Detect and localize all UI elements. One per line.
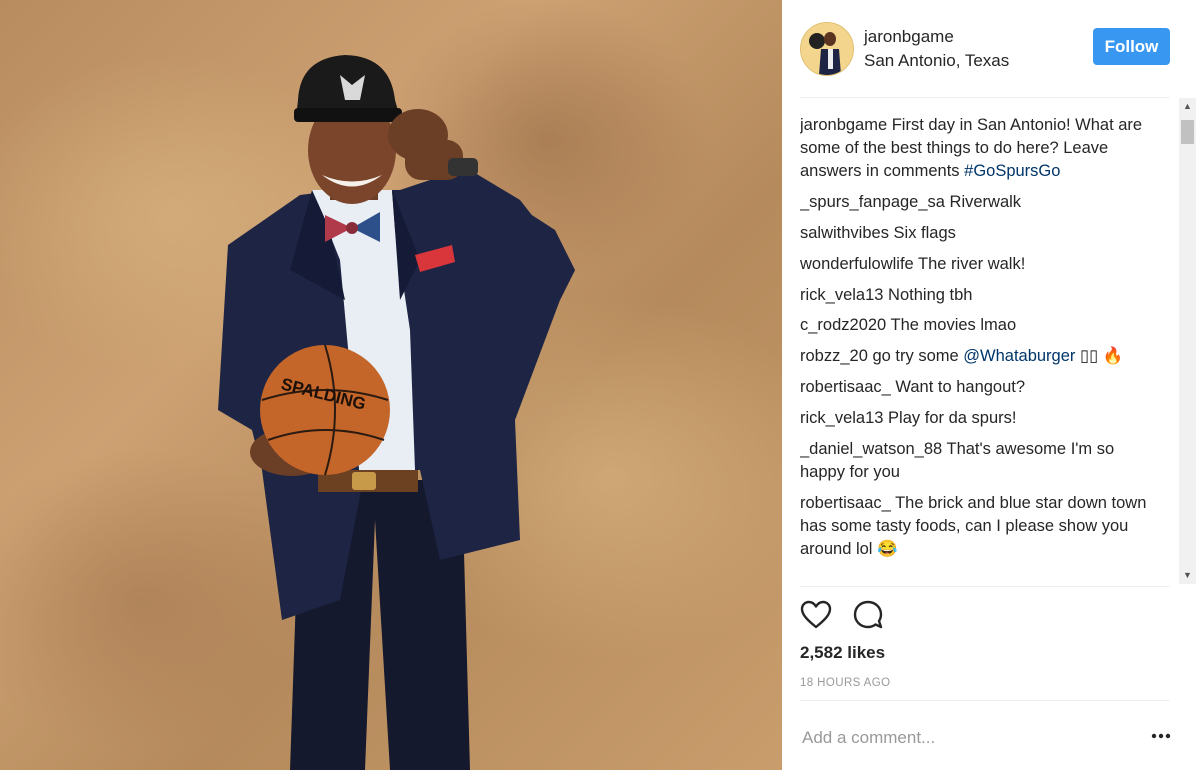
comment-item: _daniel_watson_88 That's awesome I'm so … (800, 438, 1158, 484)
divider (800, 586, 1170, 587)
comment-username[interactable]: rick_vela13 (800, 409, 883, 427)
comment-username[interactable]: wonderfulowlife (800, 255, 914, 273)
comment-text: Play for da spurs! (883, 408, 1017, 427)
heart-icon[interactable] (800, 600, 832, 635)
comment-username[interactable]: robertisaac_ (800, 378, 891, 396)
instagram-post: SPALDING jaronbgame San Antonio, Texas F… (0, 0, 1200, 770)
comment-username[interactable]: c_rodz2020 (800, 316, 886, 334)
comment-username[interactable]: _daniel_watson_88 (800, 440, 942, 458)
follow-button[interactable]: Follow (1093, 28, 1170, 65)
comment-item: rick_vela13 Play for da spurs! (800, 407, 1158, 430)
hashtag-link[interactable]: #GoSpursGo (964, 162, 1060, 180)
post-header: jaronbgame San Antonio, Texas Follow (800, 20, 1170, 78)
location-link[interactable]: San Antonio, Texas (864, 51, 1009, 71)
more-dots-icon[interactable] (1150, 728, 1172, 744)
comment-item: wonderfulowlife The river walk! (800, 253, 1158, 276)
post-photo[interactable]: SPALDING (0, 0, 782, 770)
comment-item: _spurs_fanpage_sa Riverwalk (800, 191, 1158, 214)
divider (800, 700, 1170, 701)
post-actions (800, 598, 920, 634)
scroll-up-icon[interactable]: ▲ (1179, 98, 1196, 115)
avatar-image (801, 23, 853, 75)
comment-username[interactable]: _spurs_fanpage_sa (800, 193, 945, 211)
comment-text: Want to hangout? (890, 377, 1026, 396)
comment-item: c_rodz2020 The movies lmao (800, 314, 1158, 337)
comment-item: salwithvibes Six flags (800, 222, 1158, 245)
scroll-down-icon[interactable]: ▼ (1179, 567, 1196, 584)
post-sidebar: jaronbgame San Antonio, Texas Follow jar… (782, 0, 1200, 770)
add-comment-input[interactable] (800, 724, 1124, 752)
comment-username[interactable]: salwithvibes (800, 224, 889, 242)
avatar[interactable] (800, 22, 854, 76)
comment-text: Six flags (888, 224, 956, 242)
caption: jaronbgame First day in San Antonio! Wha… (800, 114, 1158, 184)
comment-bubble-icon[interactable] (852, 599, 884, 636)
likes-count[interactable]: 2,582 likes (800, 643, 885, 663)
comment-item: robzz_20 go try some @Whataburger ▯▯ 🔥 (800, 345, 1158, 368)
divider (800, 97, 1170, 98)
comment-username[interactable]: jaronbgame (800, 116, 887, 134)
scroll-thumb[interactable] (1181, 120, 1194, 144)
comment-text: The river walk! (913, 254, 1026, 273)
player-illustration: SPALDING (218, 55, 575, 770)
post-timestamp[interactable]: 18 HOURS AGO (800, 677, 890, 689)
mention-link[interactable]: @Whataburger (963, 347, 1075, 365)
comments-list[interactable]: jaronbgame First day in San Antonio! Wha… (800, 114, 1158, 586)
comment-item: rick_vela13 Nothing tbh (800, 284, 1158, 307)
comment-text: go try some (867, 347, 964, 366)
comment-item: robertisaac_ The brick and blue star dow… (800, 492, 1158, 562)
comment-username[interactable]: robzz_20 (800, 347, 868, 365)
comment-username[interactable]: robertisaac_ (800, 494, 891, 512)
comment-text: Nothing tbh (883, 285, 973, 304)
comment-text: The movies lmao (886, 316, 1017, 335)
username[interactable]: jaronbgame (864, 27, 954, 47)
comment-item: robertisaac_ Want to hangout? (800, 376, 1158, 399)
comment-text: Riverwalk (944, 193, 1022, 212)
comment-username[interactable]: rick_vela13 (800, 286, 883, 304)
comments-scrollbar[interactable]: ▲ ▼ (1179, 98, 1196, 584)
comment-emoji: ▯▯ 🔥 (1075, 347, 1124, 366)
